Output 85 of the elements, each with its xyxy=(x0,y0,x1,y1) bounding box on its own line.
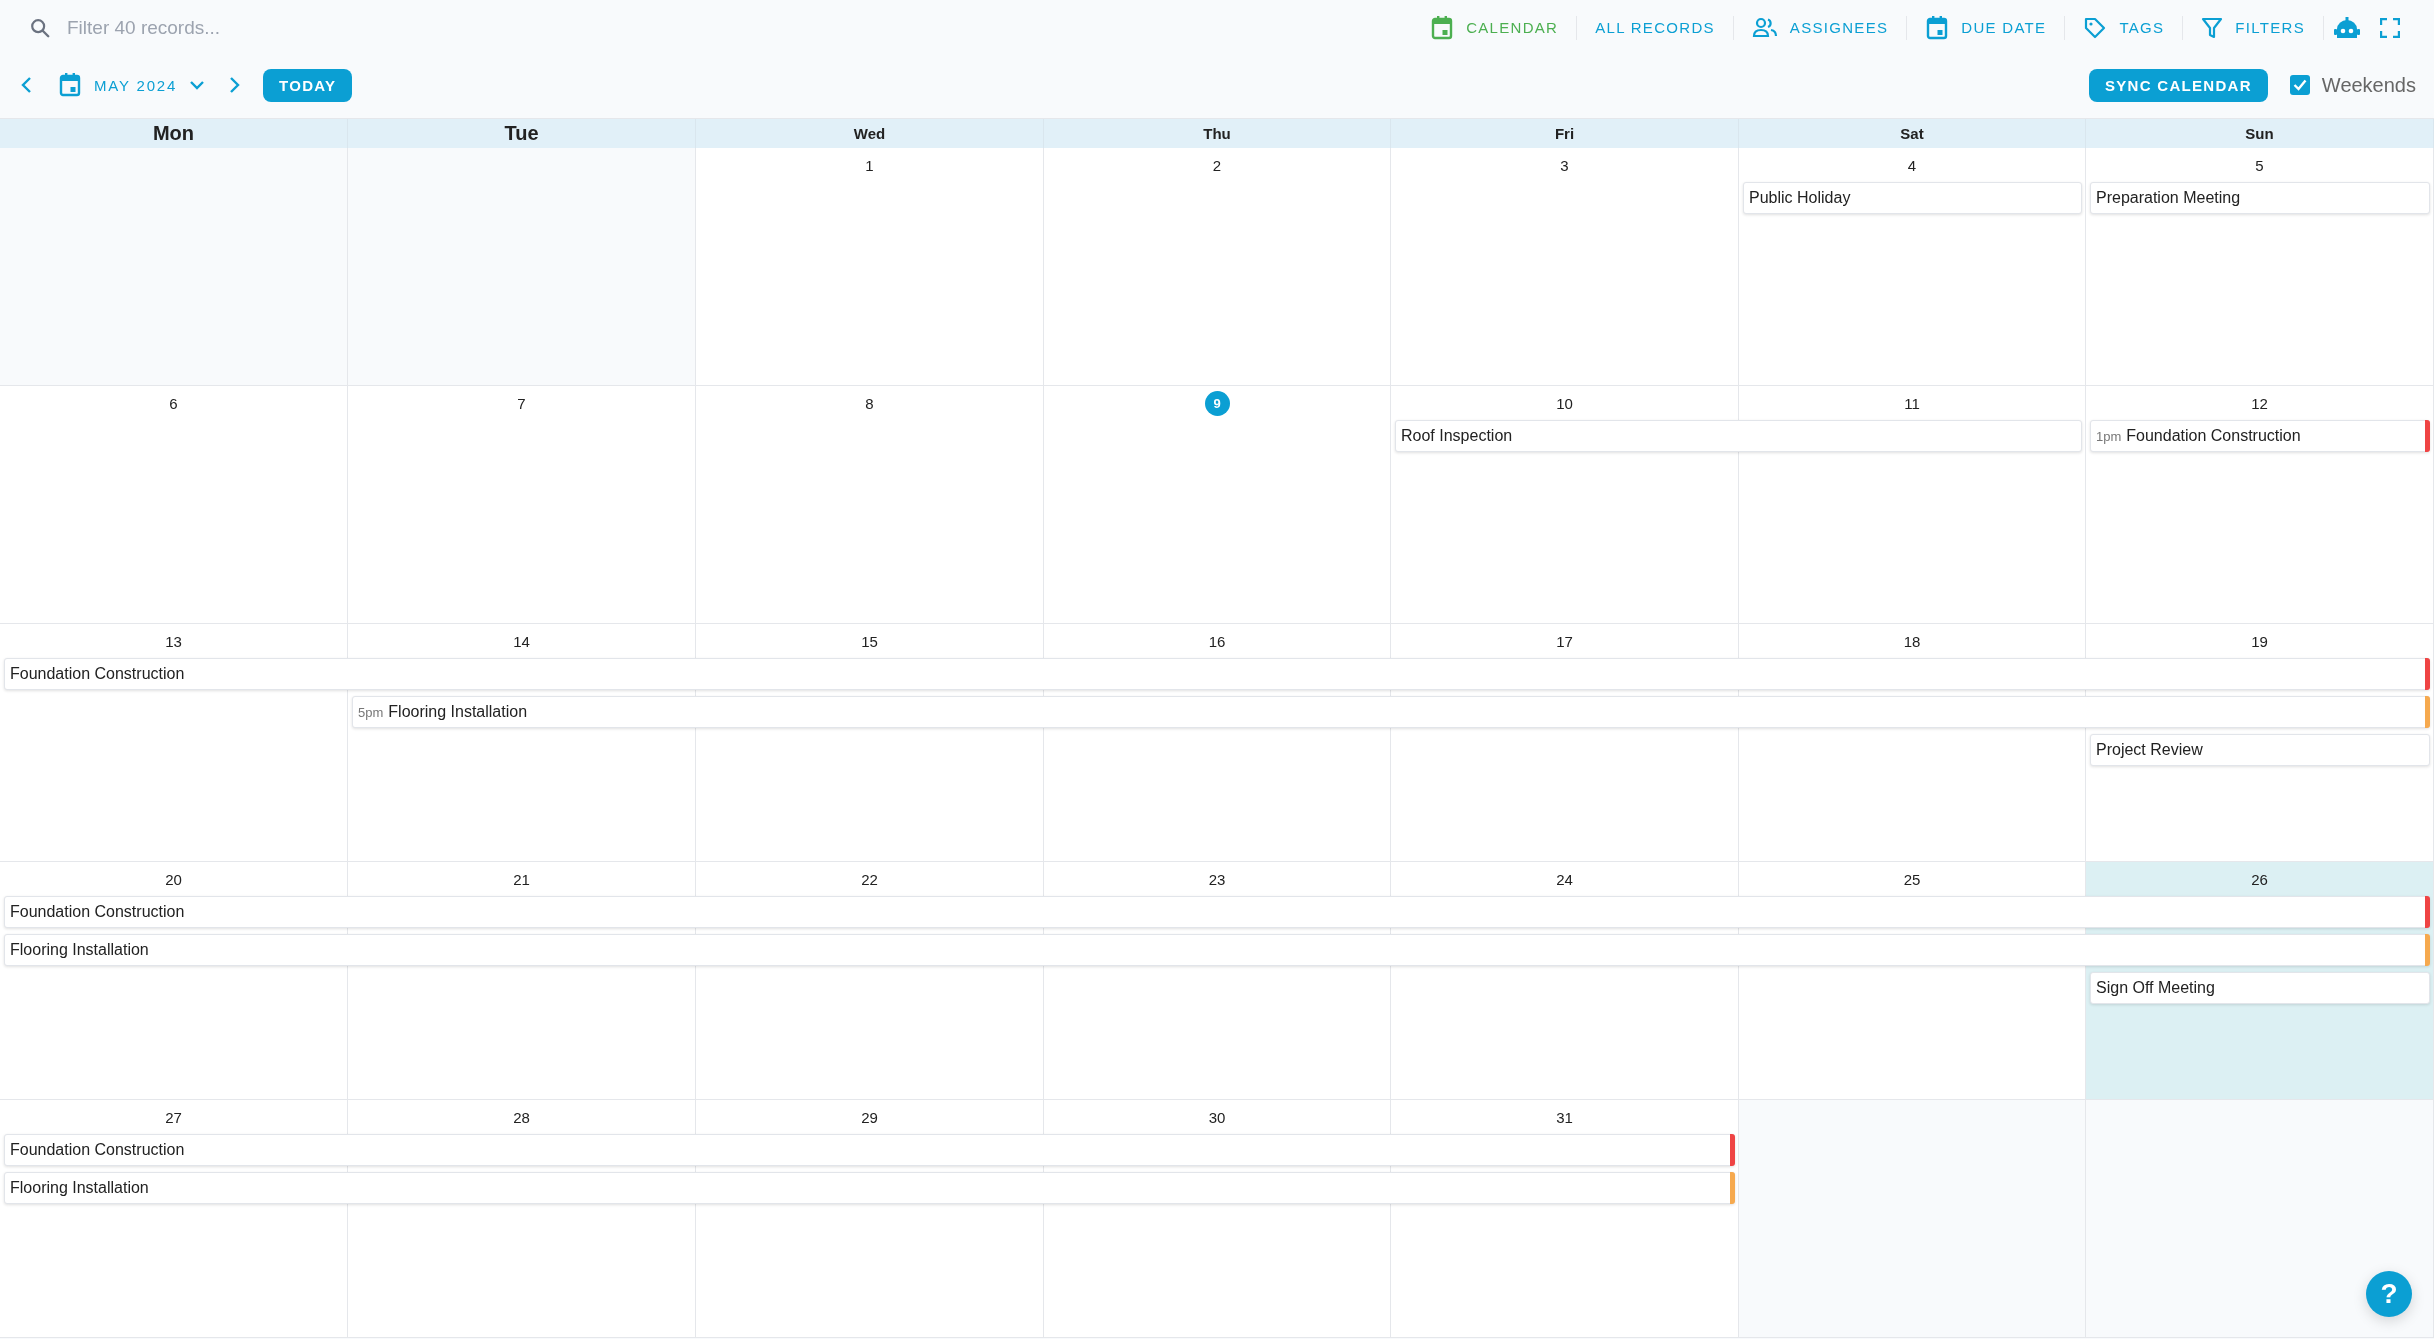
event-title: Flooring Installation xyxy=(10,1179,149,1197)
day-number: 29 xyxy=(861,1108,878,1128)
weekday-header: Mon xyxy=(152,122,195,145)
event-title: Foundation Construction xyxy=(2126,427,2301,445)
day-number: 6 xyxy=(169,394,178,414)
day-number: 7 xyxy=(517,394,526,414)
event-time: 5pm xyxy=(358,704,384,720)
day-number: 22 xyxy=(861,870,878,890)
day-number: 18 xyxy=(1903,632,1921,652)
day-number: 15 xyxy=(861,632,878,652)
day-number: 4 xyxy=(1907,156,1917,176)
day-number: 5 xyxy=(2255,156,2264,176)
filter-icon xyxy=(2201,15,2224,40)
event-title: Public Holiday xyxy=(1749,189,1851,207)
event-chip[interactable]: Foundation Construction xyxy=(4,896,2430,928)
day-cell[interactable]: 6 xyxy=(0,386,348,623)
robot-icon[interactable] xyxy=(2334,15,2360,40)
event-title: Foundation Construction xyxy=(10,1141,185,1159)
search-icon xyxy=(29,16,51,39)
event-chip[interactable]: Preparation Meeting xyxy=(2090,182,2430,214)
day-number: 1 xyxy=(865,156,874,176)
event-chip[interactable]: Flooring Installation xyxy=(4,1172,1735,1204)
fullscreen-icon[interactable] xyxy=(2380,17,2400,38)
day-number: 16 xyxy=(1208,632,1226,652)
event-chip[interactable]: Foundation Construction xyxy=(4,658,2430,690)
day-number: 17 xyxy=(1556,632,1573,652)
day-number: 11 xyxy=(1904,394,1920,414)
day-number: 3 xyxy=(1560,156,1569,176)
day-number: 12 xyxy=(2251,394,2268,414)
event-title: Foundation Construction xyxy=(10,665,185,683)
day-number: 24 xyxy=(1556,870,1573,890)
day-cell[interactable]: 2 xyxy=(1044,148,1391,385)
weekday-header: Sun xyxy=(2245,125,2274,142)
event-chip[interactable]: Foundation Construction xyxy=(4,1134,1735,1166)
weekday-header: Thu xyxy=(1203,125,1231,142)
weekday-header: Tue xyxy=(504,122,539,145)
weekday-header: Fri xyxy=(1554,125,1575,142)
people-icon xyxy=(1751,16,1778,39)
day-number: 8 xyxy=(865,394,874,414)
event-title: Flooring Installation xyxy=(10,941,149,959)
event-title: Sign Off Meeting xyxy=(2096,979,2215,997)
event-title: Roof Inspection xyxy=(1401,427,1513,445)
calendar-icon xyxy=(58,72,82,98)
chevron-right-icon xyxy=(227,76,242,94)
day-number: 31 xyxy=(1556,1108,1573,1128)
event-chip[interactable]: Sign Off Meeting xyxy=(2090,972,2430,1004)
event-title: Project Review xyxy=(2096,741,2203,759)
event-chip[interactable]: Flooring Installation xyxy=(4,934,2430,966)
event-title: Flooring Installation xyxy=(388,703,528,721)
event-chip[interactable]: Public Holiday xyxy=(1743,182,2082,214)
event-chip[interactable]: Project Review xyxy=(2090,734,2430,766)
event-time: 1pm xyxy=(2096,428,2122,444)
day-number: 19 xyxy=(2251,632,2268,652)
calendar-icon xyxy=(1925,14,1950,41)
weekends-checkbox[interactable] xyxy=(2289,75,2310,95)
day-number: 30 xyxy=(1208,1108,1226,1128)
event-title: Foundation Construction xyxy=(10,903,185,921)
day-number: 14 xyxy=(513,632,530,652)
day-number: 23 xyxy=(1208,870,1226,890)
event-chip[interactable]: 5pm Flooring Installation xyxy=(352,696,2430,728)
tag-icon xyxy=(2083,15,2108,40)
day-number: 2 xyxy=(1212,156,1222,176)
search-field[interactable]: Filter 40 records... xyxy=(65,15,469,40)
day-number: 13 xyxy=(165,632,182,652)
day-number: 21 xyxy=(513,870,530,890)
day-number: 26 xyxy=(2251,870,2268,890)
event-chip[interactable]: Roof Inspection xyxy=(1395,420,2082,452)
chevron-left-icon xyxy=(20,76,34,94)
day-number: 25 xyxy=(1903,870,1921,890)
event-chip[interactable]: 1pm Foundation Construction xyxy=(2090,420,2430,452)
day-cell[interactable]: 7 xyxy=(348,386,696,623)
calendar-icon xyxy=(1430,14,1455,41)
day-number: 10 xyxy=(1556,394,1573,414)
day-cell[interactable]: 3 xyxy=(1391,148,1739,385)
caret-icon xyxy=(189,80,206,90)
day-number: 27 xyxy=(165,1108,182,1128)
weekday-header: Sat xyxy=(1900,125,1924,142)
event-title: Preparation Meeting xyxy=(2096,189,2241,207)
day-cell[interactable]: 8 xyxy=(696,386,1044,623)
weekday-header: Wed xyxy=(853,125,886,142)
today-date-badge: 9 xyxy=(1204,391,1230,416)
day-cell[interactable]: 1 xyxy=(696,148,1044,385)
weekends-label: Weekends xyxy=(2321,73,2416,97)
day-number: 20 xyxy=(165,870,182,890)
day-number: 28 xyxy=(513,1108,530,1128)
